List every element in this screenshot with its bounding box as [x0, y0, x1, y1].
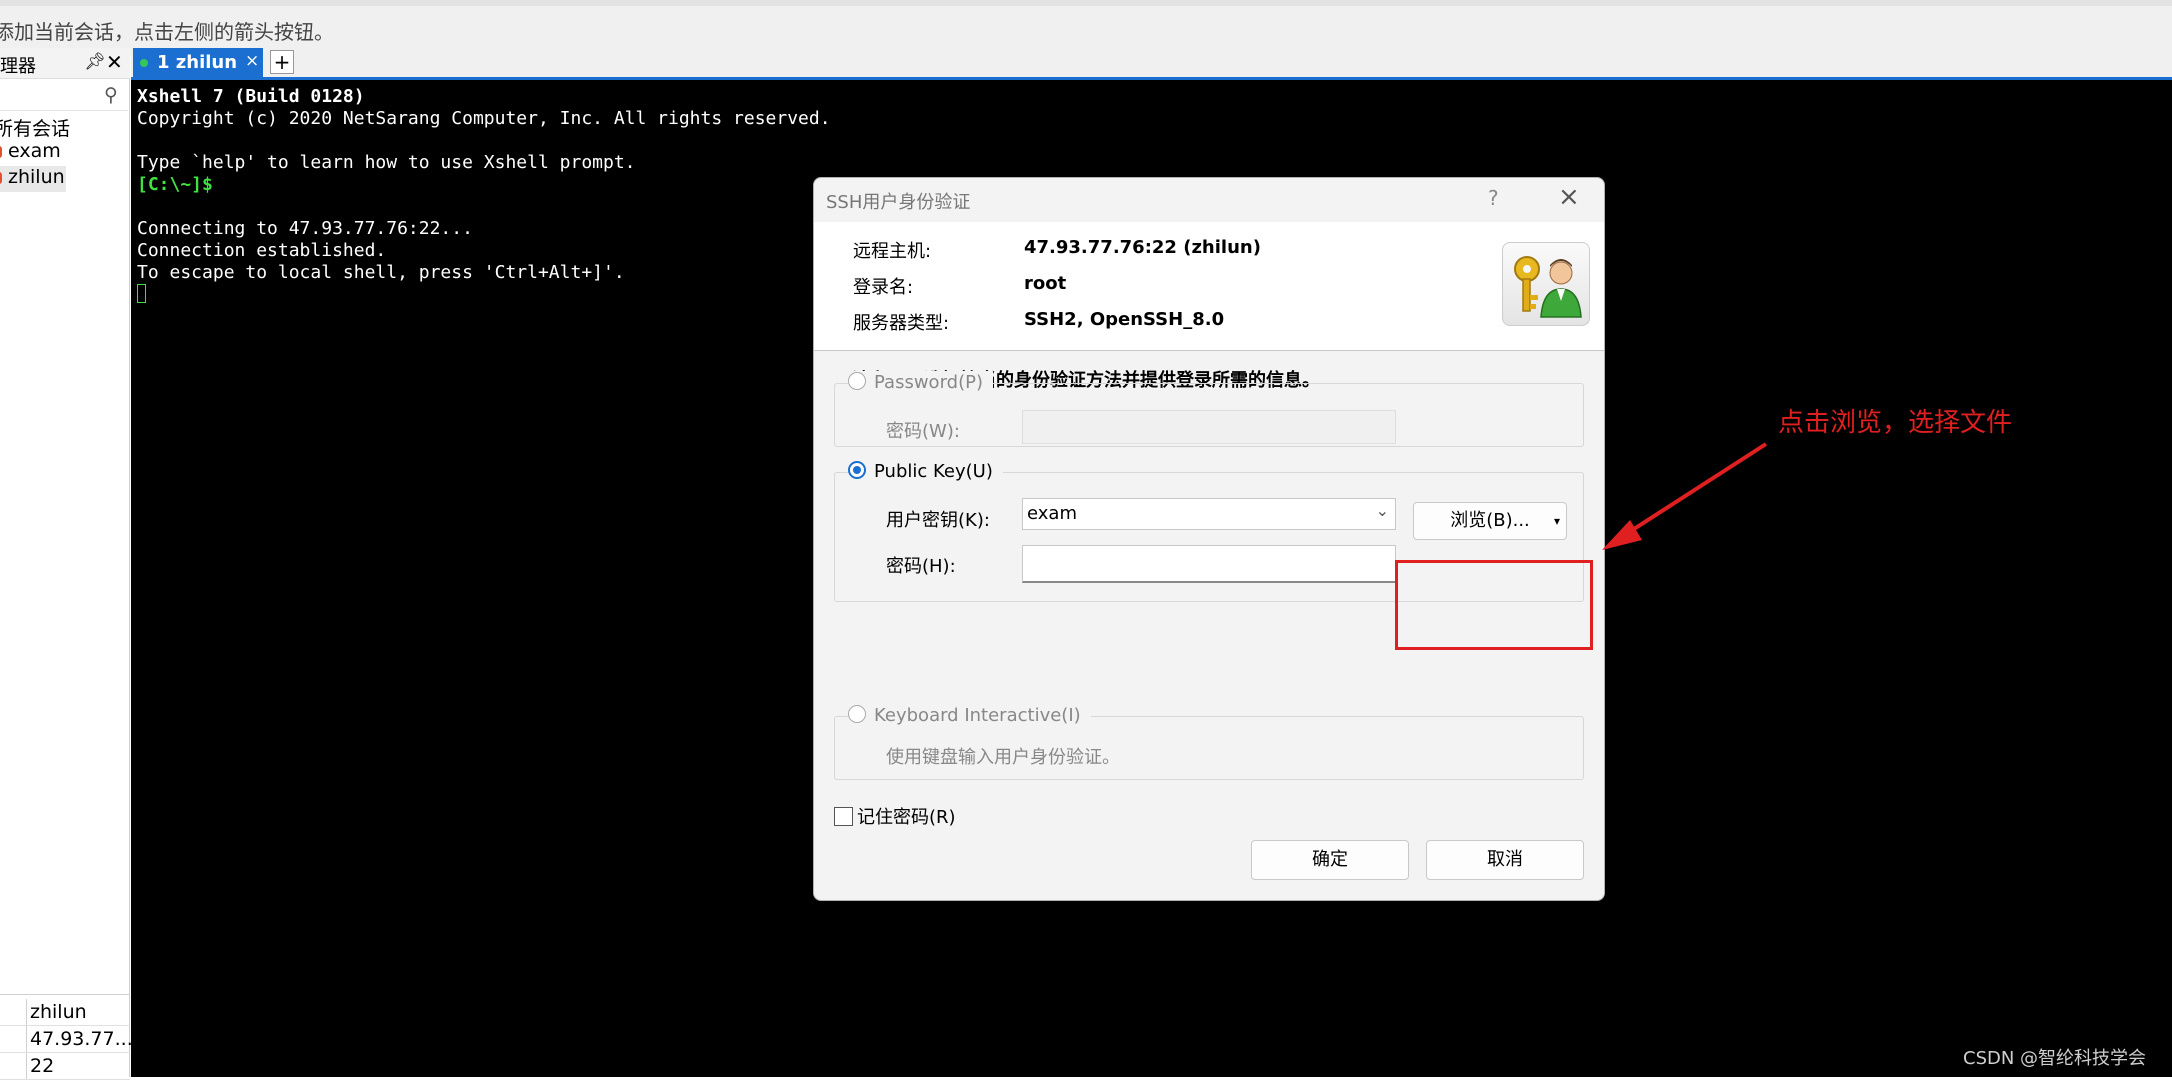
user-key-value: exam — [1027, 503, 1077, 524]
ssh-auth-dialog: SSH用户身份验证 ? × 远程主机: 47.93.77.76:22 (zhil… — [813, 177, 1605, 901]
password-radio[interactable]: Password(P) — [848, 371, 993, 395]
session-icon — [0, 145, 2, 158]
browse-button[interactable]: 浏览(B)... ▾ — [1413, 502, 1567, 540]
terminal-line: Xshell 7 (Build 0128) — [137, 86, 365, 107]
annotation-highlight-box — [1395, 560, 1593, 650]
host-label: 远程主机: — [853, 241, 932, 262]
session-manager-header: 理器 📌︎ ✕ — [0, 48, 130, 79]
login-value: root — [1024, 273, 1067, 294]
pin-icon[interactable]: 📌︎ — [84, 52, 106, 72]
keyboard-interactive-desc: 使用键盘输入用户身份验证。 — [886, 747, 1120, 768]
add-tab-button[interactable]: + — [270, 50, 294, 74]
keyboard-interactive-label: Keyboard Interactive(I) — [874, 705, 1081, 726]
property-value: 22 — [30, 1055, 55, 1077]
login-label: 登录名: — [853, 277, 914, 298]
cancel-button[interactable]: 取消 — [1426, 840, 1584, 880]
tree-item-exam[interactable]: exam — [0, 140, 61, 166]
session-icon — [0, 171, 2, 184]
tree-root-all-sessions[interactable]: 所有会话 — [0, 114, 70, 140]
server-type-label: 服务器类型: — [853, 313, 950, 334]
terminal-line: Copyright (c) 2020 NetSarang Computer, I… — [137, 108, 831, 129]
property-value: 47.93.77.... — [30, 1028, 139, 1050]
chevron-down-icon[interactable]: ⌄ — [1376, 501, 1389, 520]
terminal-prompt: [C:\~]$ — [137, 174, 213, 195]
tab-close-icon[interactable]: × — [245, 51, 259, 71]
tree-item-zhilun[interactable]: zhilun — [0, 166, 66, 192]
passphrase-field[interactable] — [1022, 545, 1396, 583]
hint-text: 添加当前会话，点击左侧的箭头按钮。 — [0, 20, 334, 44]
property-row: zhilun — [0, 999, 130, 1026]
terminal-line: Connecting to 47.93.77.76:22... — [137, 218, 473, 239]
password-field — [1022, 410, 1396, 444]
watermark: CSDN @智纶科技学会 — [1963, 1048, 2147, 1069]
checkbox-icon — [834, 806, 853, 826]
tab-zhilun[interactable]: 1 zhilun × — [133, 48, 263, 77]
password-radio-label: Password(P) — [874, 372, 983, 393]
radio-icon — [848, 372, 866, 390]
search-icon[interactable]: ⚲ — [104, 84, 118, 106]
session-properties-grid: zhilun 47.93.77.... 22 — [0, 994, 139, 1080]
user-key-select[interactable]: exam ⌄ — [1022, 498, 1396, 530]
radio-icon — [848, 705, 866, 723]
connection-status-dot — [140, 59, 148, 67]
connection-info-panel: 远程主机: 47.93.77.76:22 (zhilun) 登录名: root … — [814, 222, 1604, 351]
property-row: 22 — [0, 1053, 130, 1080]
dropdown-arrow-icon[interactable]: ▾ — [1554, 503, 1560, 539]
server-type-value: SSH2, OpenSSH_8.0 — [1024, 309, 1225, 330]
terminal-line: Type `help' to learn how to use Xshell p… — [137, 152, 636, 173]
public-key-radio-label: Public Key(U) — [874, 461, 993, 482]
session-manager-panel: 理器 📌︎ ✕ ⚲ 所有会话 exam zhilun zhilun 47.93.… — [0, 48, 139, 1080]
annotation-arrow — [1602, 442, 1768, 550]
host-value: 47.93.77.76:22 (zhilun) — [1024, 237, 1261, 258]
ok-button[interactable]: 确定 — [1251, 840, 1409, 880]
user-key-label: 用户密钥(K): — [886, 510, 990, 531]
terminal-cursor — [137, 284, 146, 303]
session-search-box[interactable]: ⚲ — [0, 80, 128, 111]
radio-selected-icon — [848, 461, 866, 479]
browse-label: 浏览(B)... — [1450, 510, 1530, 531]
tree-item-label: zhilun — [8, 166, 65, 188]
tab-label: 1 zhilun — [157, 52, 238, 73]
keyboard-interactive-radio[interactable]: Keyboard Interactive(I) — [848, 704, 1091, 728]
tree-item-label: exam — [8, 140, 61, 162]
dialog-title: SSH用户身份验证 — [826, 192, 971, 213]
remember-password-checkbox[interactable]: 记住密码(R) — [834, 803, 956, 829]
terminal-line: To escape to local shell, press 'Ctrl+Al… — [137, 262, 625, 283]
remember-label: 记住密码(R) — [857, 807, 956, 828]
key-user-icon — [1502, 242, 1590, 326]
public-key-radio[interactable]: Public Key(U) — [848, 460, 1003, 484]
close-icon[interactable]: ✕ — [106, 50, 123, 74]
session-manager-title: 理器 — [0, 56, 36, 77]
help-icon[interactable]: ? — [1488, 186, 1499, 210]
terminal-line: Connection established. — [137, 240, 387, 261]
annotation-text: 点击浏览，选择文件 — [1778, 408, 2013, 438]
property-row: 47.93.77.... — [0, 1026, 139, 1053]
close-icon[interactable]: × — [1558, 182, 1580, 212]
tab-bar: 1 zhilun × + — [131, 48, 2172, 80]
property-value: zhilun — [30, 1001, 87, 1023]
passphrase-label: 密码(H): — [886, 556, 956, 577]
tree-root-label: 所有会话 — [0, 118, 71, 140]
password-field-label: 密码(W): — [886, 421, 960, 442]
